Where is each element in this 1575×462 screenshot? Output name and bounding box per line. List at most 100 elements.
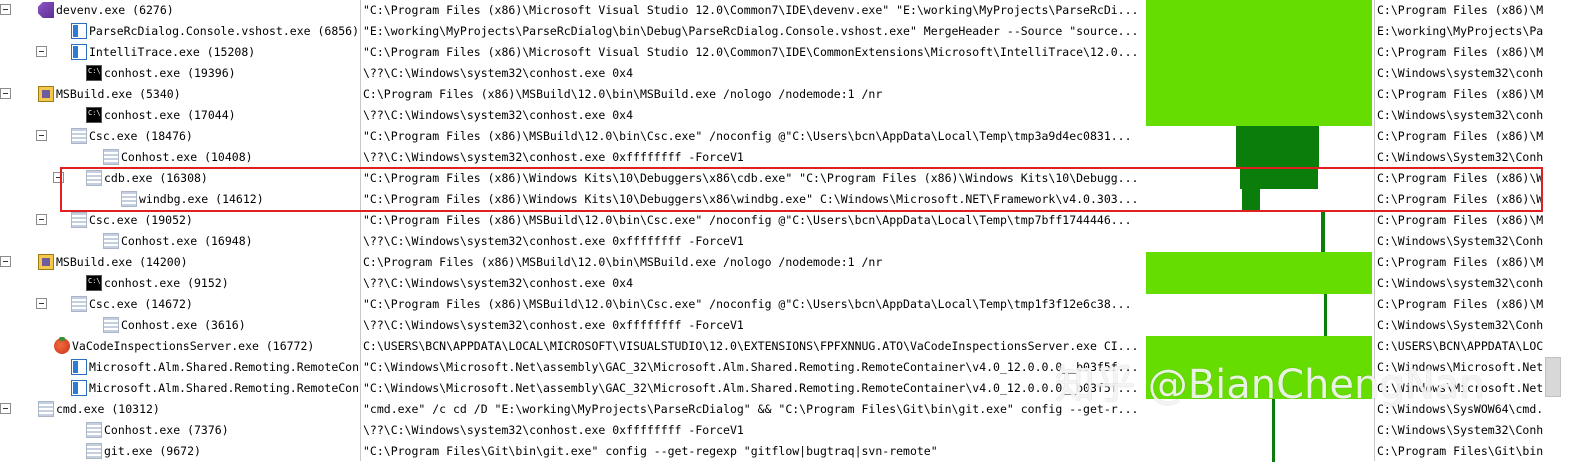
image-path-cell: C:\Program Files (x86)\M [1377, 129, 1544, 143]
timeline-cell [1146, 231, 1372, 252]
command-line-cell: \??\C:\Windows\system32\conhost.exe 0x4 [363, 108, 634, 122]
timeline-cell [1146, 189, 1372, 210]
process-row[interactable]: VaCodeInspectionsServer.exe (16772) C:\US… [0, 336, 1575, 357]
process-row[interactable]: conhost.exe (17044) \??\C:\Windows\system… [0, 105, 1575, 126]
image-path-cell: C:\Program Files (x86)\M [1377, 87, 1544, 101]
process-row[interactable]: conhost.exe (19396) \??\C:\Windows\system… [0, 63, 1575, 84]
process-name-cell: Microsoft.Alm.Shared.Remoting.RemoteCont… [0, 378, 358, 399]
watermark-text: 知乎 @BianChengNan [1055, 362, 1485, 408]
process-name: MSBuild.exe (5340) [56, 87, 181, 101]
collapse-toggle-icon[interactable] [36, 298, 47, 309]
image-path-cell: C:\Windows\system32\conh [1377, 66, 1544, 80]
timeline-cell [1146, 63, 1372, 84]
msbuild-icon [38, 254, 54, 270]
command-line-cell: "C:\Program Files (x86)\Microsoft Visual… [363, 45, 1139, 59]
timeline-bar [1146, 336, 1372, 357]
default-process-icon [103, 149, 119, 165]
collapse-toggle-icon[interactable] [0, 88, 11, 99]
image-path-cell: C:\Program Files (x86)\M [1377, 45, 1544, 59]
process-row[interactable]: MSBuild.exe (14200) C:\Program Files (x86… [0, 252, 1575, 273]
process-name-cell: git.exe (9672) [0, 441, 358, 462]
default-process-icon [121, 191, 137, 207]
timeline-bar [1146, 21, 1372, 42]
timeline-bar [1324, 294, 1327, 315]
process-name: git.exe (9672) [104, 444, 201, 458]
command-line-cell: "E:\working\MyProjects\ParseRcDialog\bin… [363, 24, 1139, 38]
process-row[interactable]: cdb.exe (16308) "C:\Program Files (x86)\W… [0, 168, 1575, 189]
timeline-cell [1146, 441, 1372, 462]
msbuild-icon [38, 86, 54, 102]
timeline-bar [1146, 63, 1372, 84]
timeline-bar [1146, 273, 1372, 294]
visual-studio-icon [38, 2, 54, 18]
image-path-cell: C:\Windows\system32\conh [1377, 276, 1544, 290]
process-row[interactable]: Conhost.exe (10408) \??\C:\Windows\system… [0, 147, 1575, 168]
process-row[interactable]: Conhost.exe (7376) \??\C:\Windows\system3… [0, 420, 1575, 441]
scrollbar-thumb[interactable] [1545, 357, 1561, 397]
timeline-cell [1146, 147, 1372, 168]
process-row[interactable]: windbg.exe (14612) "C:\Program Files (x86… [0, 189, 1575, 210]
process-name: Conhost.exe (3616) [121, 318, 246, 332]
command-line-cell: "C:\Windows\Microsoft.Net\assembly\GAC_3… [363, 381, 1139, 395]
process-row[interactable]: git.exe (9672) "C:\Program Files\Git\bin\… [0, 441, 1575, 462]
process-row[interactable]: ParseRcDialog.Console.vshost.exe (6856) "… [0, 21, 1575, 42]
process-name-cell: conhost.exe (17044) [0, 105, 358, 126]
process-row[interactable]: IntelliTrace.exe (15208) "C:\Program File… [0, 42, 1575, 63]
command-line-cell: C:\USERS\BCN\APPDATA\LOCAL\MICROSOFT\VIS… [363, 339, 1139, 353]
tomato-icon [54, 337, 70, 354]
process-name: Csc.exe (19052) [89, 213, 193, 227]
collapse-toggle-icon[interactable] [53, 172, 64, 183]
image-path-cell: C:\Windows\System32\Conh [1377, 318, 1544, 332]
process-row[interactable]: Csc.exe (14672) "C:\Program Files (x86)\M… [0, 294, 1575, 315]
process-name-cell: IntelliTrace.exe (15208) [0, 42, 358, 63]
command-line-cell: \??\C:\Windows\system32\conhost.exe 0x4 [363, 66, 634, 80]
image-path-cell: E:\working\MyProjects\Pa [1377, 24, 1544, 38]
timeline-cell [1146, 126, 1372, 147]
image-path-cell: C:\Program Files (x86)\M [1377, 213, 1544, 227]
process-name-cell: devenv.exe (6276) [0, 0, 358, 21]
process-name-cell: conhost.exe (9152) [0, 273, 358, 294]
process-name: Conhost.exe (7376) [104, 423, 229, 437]
process-row[interactable]: Csc.exe (19052) "C:\Program Files (x86)\M… [0, 210, 1575, 231]
process-name: VaCodeInspectionsServer.exe (16772) [72, 339, 315, 353]
image-path-cell: C:\Program Files (x86)\M [1377, 297, 1544, 311]
image-path-cell: C:\Program Files\Git\bin [1377, 444, 1544, 458]
collapse-toggle-icon[interactable] [0, 256, 11, 267]
timeline-cell [1146, 336, 1372, 357]
process-name-cell: Conhost.exe (16948) [0, 231, 358, 252]
process-name-cell: VaCodeInspectionsServer.exe (16772) [0, 336, 358, 357]
default-process-icon [86, 422, 102, 438]
process-name-cell: ParseRcDialog.Console.vshost.exe (6856) [0, 21, 358, 42]
collapse-toggle-icon[interactable] [0, 4, 11, 15]
process-name: Conhost.exe (16948) [121, 234, 253, 248]
process-name: conhost.exe (19396) [104, 66, 236, 80]
process-name: MSBuild.exe (14200) [56, 255, 188, 269]
collapse-toggle-icon[interactable] [0, 403, 11, 414]
process-row[interactable]: Csc.exe (18476) "C:\Program Files (x86)\M… [0, 126, 1575, 147]
timeline-bar [1146, 84, 1372, 105]
default-process-icon [103, 233, 119, 249]
collapse-toggle-icon[interactable] [36, 130, 47, 141]
image-path-cell: C:\Program Files (x86)\M [1377, 255, 1544, 269]
process-name-cell: MSBuild.exe (14200) [0, 252, 358, 273]
image-path-cell: C:\Program Files (x86)\W [1377, 171, 1544, 185]
process-name: windbg.exe (14612) [139, 192, 264, 206]
image-path-cell: C:\Program Files (x86)\M [1377, 3, 1544, 17]
command-line-cell: \??\C:\Windows\system32\conhost.exe 0xff… [363, 423, 744, 437]
process-row[interactable]: Conhost.exe (3616) \??\C:\Windows\system3… [0, 315, 1575, 336]
default-process-icon [103, 317, 119, 333]
timeline-bar [1236, 147, 1319, 168]
process-row[interactable]: devenv.exe (6276) "C:\Program Files (x86)… [0, 0, 1575, 21]
collapse-toggle-icon[interactable] [36, 214, 47, 225]
process-name-cell: Csc.exe (18476) [0, 126, 358, 147]
timeline-bar [1146, 0, 1372, 21]
process-row[interactable]: conhost.exe (9152) \??\C:\Windows\system3… [0, 273, 1575, 294]
console-icon [86, 107, 102, 123]
timeline-bar [1240, 168, 1318, 189]
process-row[interactable]: Conhost.exe (16948) \??\C:\Windows\system… [0, 231, 1575, 252]
process-name-cell: Microsoft.Alm.Shared.Remoting.RemoteCont… [0, 357, 358, 378]
default-process-icon [38, 401, 54, 417]
process-row[interactable]: MSBuild.exe (5340) C:\Program Files (x86)… [0, 84, 1575, 105]
collapse-toggle-icon[interactable] [36, 46, 47, 57]
process-name: IntelliTrace.exe (15208) [89, 45, 256, 59]
